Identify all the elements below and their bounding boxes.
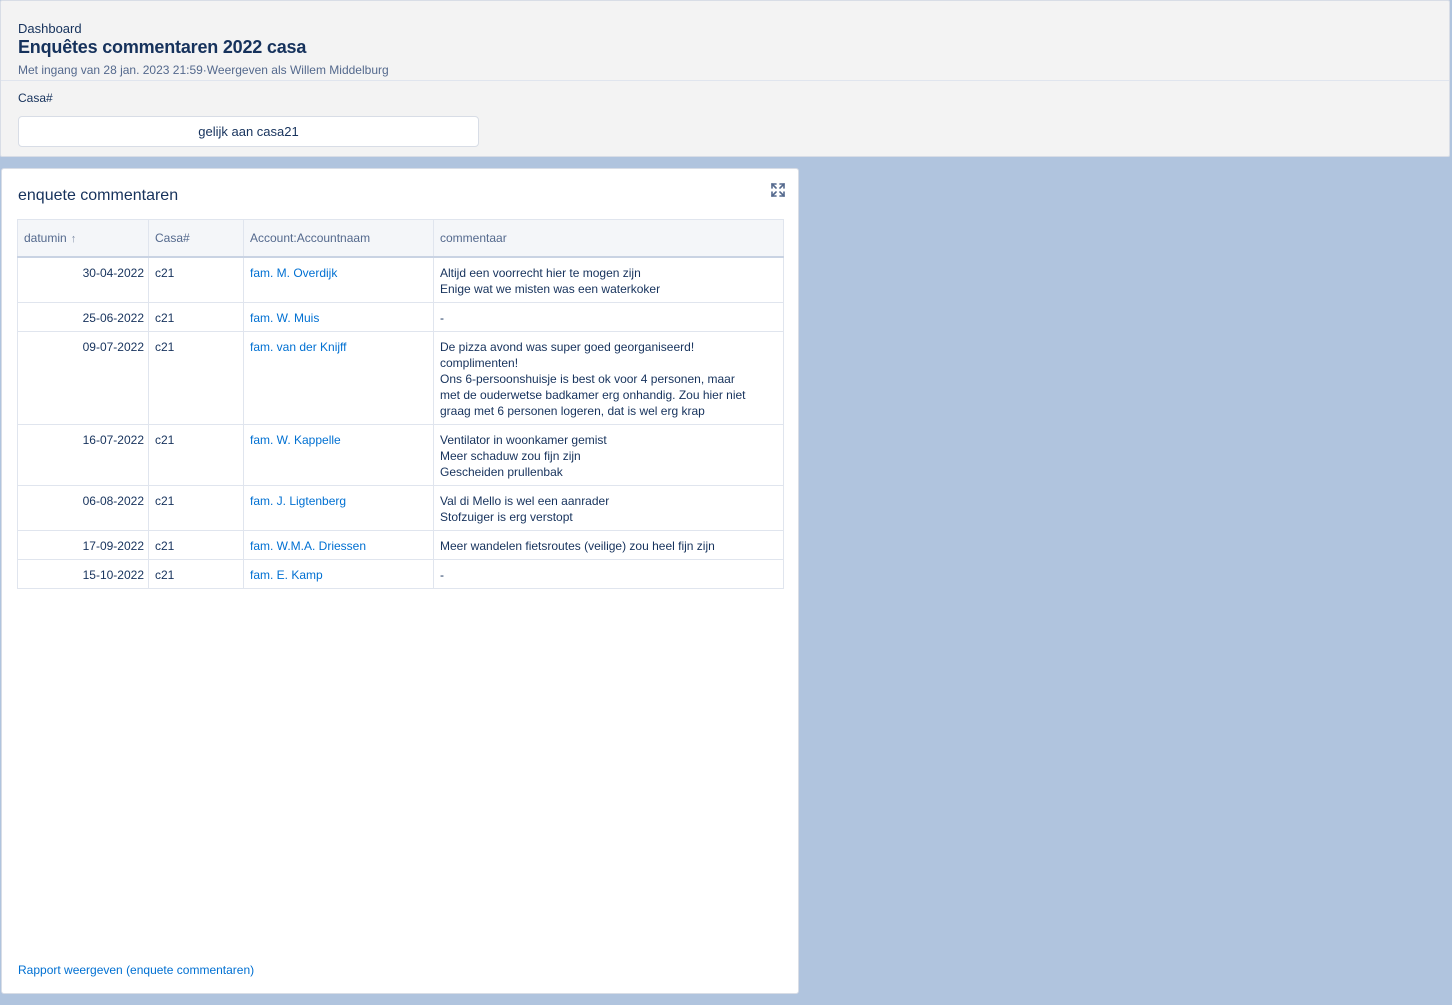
report-table-wrap: datumin ↑ Casa# Account:Accountnaam comme… <box>17 219 784 589</box>
account-link[interactable]: fam. M. Overdijk <box>243 256 434 303</box>
casa-cell: c21 <box>148 302 244 332</box>
comment-cell: Meer wandelen fietsroutes (veilige) zou … <box>433 530 784 560</box>
table-row: 25-06-2022 c21 fam. W. Muis - <box>17 302 784 332</box>
comment-cell: - <box>433 559 784 589</box>
page-subtitle: Met ingang van 28 jan. 2023 21:59·Weerge… <box>18 63 389 77</box>
comment-cell: De pizza avond was super goed georganise… <box>433 331 784 425</box>
table-row: 17-09-2022 c21 fam. W.M.A. Driessen Meer wa… <box>17 530 784 560</box>
casa-cell: c21 <box>148 256 244 303</box>
sort-ascending-icon: ↑ <box>70 233 77 245</box>
report-table: datumin ↑ Casa# Account:Accountnaam comme… <box>17 219 784 589</box>
table-row: 16-07-2022 c21 fam. W. Kappelle Ventilator … <box>17 424 784 486</box>
casa-cell: c21 <box>148 530 244 560</box>
account-link[interactable]: fam. W. Kappelle <box>243 424 434 486</box>
table-row: 15-10-2022 c21 fam. E. Kamp - <box>17 559 784 589</box>
column-header-casa[interactable]: Casa# <box>148 219 244 258</box>
table-row: 06-08-2022 c21 fam. J. Ligtenberg Val di Me… <box>17 485 784 531</box>
date-cell: 06-08-2022 <box>17 485 149 531</box>
column-header-account[interactable]: Account:Accountnaam <box>243 219 434 258</box>
account-link[interactable]: fam. E. Kamp <box>243 559 434 589</box>
date-cell: 30-04-2022 <box>17 256 149 303</box>
report-card: enquete commentaren datumin ↑ Casa# Acco… <box>1 168 799 994</box>
header-divider <box>1 80 1449 81</box>
comment-cell: Val di Mello is wel een aanrader Stofzui… <box>433 485 784 531</box>
expand-icon[interactable] <box>771 183 787 199</box>
column-header-commentaar[interactable]: commentaar <box>433 219 784 258</box>
account-link[interactable]: fam. J. Ligtenberg <box>243 485 434 531</box>
breadcrumb[interactable]: Dashboard <box>18 21 82 36</box>
casa-cell: c21 <box>148 424 244 486</box>
comment-cell: Altijd een voorrecht hier te mogen zijn … <box>433 256 784 303</box>
date-cell: 09-07-2022 <box>17 331 149 425</box>
view-report-link[interactable]: Rapport weergeven (enquete commentaren) <box>18 963 254 977</box>
account-link[interactable]: fam. W. Muis <box>243 302 434 332</box>
filter-label: Casa# <box>18 91 53 105</box>
table-body: 30-04-2022 c21 fam. M. Overdijk Altijd een … <box>17 256 784 589</box>
page-title: Enquêtes commentaren 2022 casa <box>18 37 307 57</box>
casa-cell: c21 <box>148 485 244 531</box>
table-header-row: datumin ↑ Casa# Account:Accountnaam comme… <box>17 219 784 258</box>
account-link[interactable]: fam. W.M.A. Driessen <box>243 530 434 560</box>
date-cell: 25-06-2022 <box>17 302 149 332</box>
date-cell: 16-07-2022 <box>17 424 149 486</box>
casa-cell: c21 <box>148 331 244 425</box>
column-header-datumin[interactable]: datumin ↑ <box>17 219 149 258</box>
table-row: 30-04-2022 c21 fam. M. Overdijk Altijd een … <box>17 256 784 303</box>
comment-cell: - <box>433 302 784 332</box>
account-link[interactable]: fam. van der Knijff <box>243 331 434 425</box>
filter-casa-button[interactable]: gelijk aan casa21 <box>18 116 479 147</box>
casa-cell: c21 <box>148 559 244 589</box>
dashboard-header: Dashboard Enquêtes commentaren 2022 casa… <box>0 0 1450 157</box>
date-cell: 15-10-2022 <box>17 559 149 589</box>
card-title: enquete commentaren <box>18 187 179 204</box>
comment-cell: Ventilator in woonkamer gemist Meer scha… <box>433 424 784 486</box>
table-row: 09-07-2022 c21 fam. van der Knijff De pizza… <box>17 331 784 425</box>
date-cell: 17-09-2022 <box>17 530 149 560</box>
